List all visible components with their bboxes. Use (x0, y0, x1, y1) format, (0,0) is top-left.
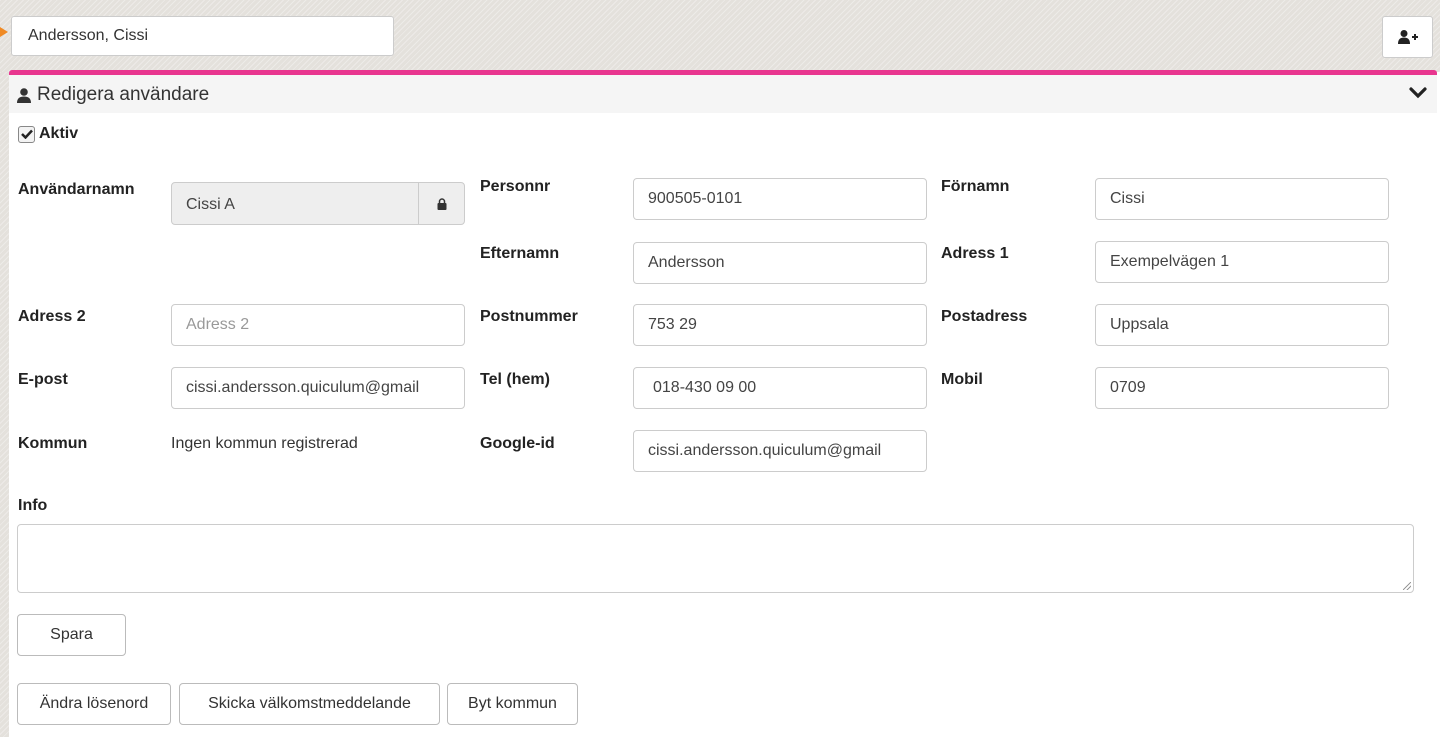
left-background-strip (0, 72, 9, 737)
telhem-label: Tel (hem) (480, 371, 550, 388)
postadress-label: Postadress (941, 308, 1028, 325)
postadress-input[interactable]: Uppsala (1095, 304, 1389, 346)
checkmark-icon (20, 129, 33, 139)
info-textarea[interactable] (17, 524, 1414, 593)
add-user-button[interactable] (1382, 16, 1433, 58)
epost-input[interactable]: cissi.andersson.quiculum@gmail (171, 367, 465, 409)
username-value: Cissi A (186, 196, 235, 213)
panel-header[interactable]: Redigera användare (9, 75, 1437, 113)
adress2-label: Adress 2 (18, 308, 86, 325)
kommun-value: Ingen kommun registrerad (171, 435, 358, 452)
pointer-arrow-icon (0, 27, 8, 37)
mobil-label: Mobil (941, 371, 983, 388)
panel-title-text: Redigera användare (37, 84, 210, 105)
user-plus-icon (1397, 30, 1418, 44)
adress1-input[interactable]: Exempelvägen 1 (1095, 241, 1389, 283)
resize-handle[interactable] (1403, 582, 1411, 590)
username-field: Cissi A (171, 182, 465, 225)
fornamn-label: Förnamn (941, 178, 1010, 195)
postnummer-label: Postnummer (480, 308, 578, 325)
personnr-label: Personnr (480, 178, 551, 195)
googleid-label: Google-id (480, 435, 555, 452)
change-password-button[interactable]: Ändra lösenord (17, 683, 171, 725)
efternamn-label: Efternamn (480, 245, 560, 262)
username-lock-addon (418, 183, 464, 224)
change-municipality-button[interactable]: Byt kommun (447, 683, 578, 725)
username-label: Användarnamn (18, 181, 135, 198)
postnummer-input[interactable]: 753 29 (633, 304, 927, 346)
selected-user-field[interactable]: Andersson, Cissi (11, 16, 394, 56)
lock-icon (437, 197, 446, 210)
aktiv-label: Aktiv (39, 125, 79, 142)
adress2-input[interactable]: Adress 2 (171, 304, 465, 346)
personnr-input[interactable]: 900505-0101 (633, 178, 927, 220)
info-label: Info (18, 497, 48, 514)
send-welcome-button[interactable]: Skicka välkomstmeddelande (179, 683, 440, 725)
epost-label: E-post (18, 371, 68, 388)
save-button[interactable]: Spara (17, 614, 126, 656)
user-icon (17, 87, 31, 103)
googleid-input[interactable]: cissi.andersson.quiculum@gmail (633, 430, 927, 472)
telhem-input[interactable]: 018-430 09 00 (633, 367, 927, 409)
aktiv-toggle[interactable]: Aktiv (18, 125, 78, 143)
aktiv-checkbox[interactable] (18, 125, 35, 143)
adress1-label: Adress 1 (941, 245, 1009, 262)
fornamn-input[interactable]: Cissi (1095, 178, 1389, 220)
efternamn-input[interactable]: Andersson (633, 242, 927, 284)
kommun-label: Kommun (18, 435, 88, 452)
mobil-input[interactable]: 0709 (1095, 367, 1389, 409)
chevron-down-icon[interactable] (1409, 87, 1427, 99)
panel-title: Redigera användare (17, 84, 209, 106)
